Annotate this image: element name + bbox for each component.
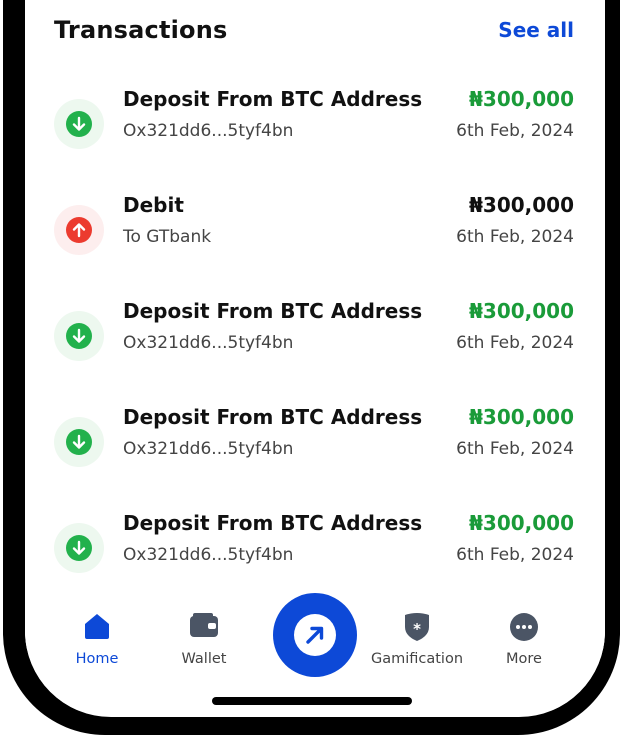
transaction-amount: ₦300,000 <box>468 193 574 217</box>
transaction-date: 6th Feb, 2024 <box>456 121 574 141</box>
transaction-row[interactable]: Debit To GTbank ₦300,000 6th Feb, 2024 <box>54 193 574 263</box>
nav-home[interactable]: Home <box>47 590 147 670</box>
arrow-down-icon <box>66 323 92 349</box>
wallet-icon <box>189 612 219 642</box>
transaction-title: Deposit From BTC Address <box>123 405 423 429</box>
transaction-title: Debit <box>123 193 184 217</box>
arrow-up-icon <box>66 217 92 243</box>
transaction-date: 6th Feb, 2024 <box>456 227 574 247</box>
see-all-link[interactable]: See all <box>498 18 574 42</box>
home-indicator <box>212 697 412 705</box>
arrow-down-icon <box>66 111 92 137</box>
credit-icon-badge <box>54 311 104 361</box>
transaction-subtitle: To GTbank <box>123 227 212 247</box>
transaction-subtitle: Ox321dd6...5tyf4bn <box>123 121 294 141</box>
debit-icon-badge <box>54 205 104 255</box>
nav-gamification-label: Gamification <box>370 651 464 667</box>
transaction-subtitle: Ox321dd6...5tyf4bn <box>123 545 294 565</box>
transaction-row[interactable]: Deposit From BTC Address Ox321dd6...5tyf… <box>54 511 574 581</box>
transaction-row[interactable]: Deposit From BTC Address Ox321dd6...5tyf… <box>54 405 574 475</box>
transaction-subtitle: Ox321dd6...5tyf4bn <box>123 333 294 353</box>
transaction-title: Deposit From BTC Address <box>123 87 423 111</box>
send-arrow-icon <box>294 614 336 656</box>
transaction-row[interactable]: Deposit From BTC Address Ox321dd6...5tyf… <box>54 87 574 157</box>
transaction-amount: ₦300,000 <box>468 511 574 535</box>
nav-wallet-label: Wallet <box>181 651 227 667</box>
svg-text:*: * <box>413 620 421 638</box>
arrow-down-icon <box>66 429 92 455</box>
credit-icon-badge <box>54 523 104 573</box>
nav-wallet[interactable]: Wallet <box>154 590 254 670</box>
transaction-title: Deposit From BTC Address <box>123 511 423 535</box>
bottom-nav: Home Wallet * Gamification More <box>25 590 605 710</box>
nav-more[interactable]: More <box>474 590 574 670</box>
nav-home-label: Home <box>75 651 119 667</box>
send-fab-button[interactable] <box>273 593 357 677</box>
nav-gamification[interactable]: * Gamification <box>362 590 472 670</box>
transaction-date: 6th Feb, 2024 <box>456 439 574 459</box>
app-screen: Transactions See all Deposit From BTC Ad… <box>25 0 605 717</box>
shield-star-icon: * <box>403 612 431 646</box>
section-title: Transactions <box>54 16 228 44</box>
nav-more-label: More <box>506 651 542 667</box>
transaction-date: 6th Feb, 2024 <box>456 545 574 565</box>
transaction-amount: ₦300,000 <box>468 299 574 323</box>
home-icon <box>82 612 112 644</box>
transaction-amount: ₦300,000 <box>468 405 574 429</box>
phone-frame: Transactions See all Deposit From BTC Ad… <box>0 0 623 735</box>
more-dots-icon <box>509 612 539 646</box>
transaction-row[interactable]: Deposit From BTC Address Ox321dd6...5tyf… <box>54 299 574 369</box>
transaction-title: Deposit From BTC Address <box>123 299 423 323</box>
transaction-subtitle: Ox321dd6...5tyf4bn <box>123 439 294 459</box>
credit-icon-badge <box>54 99 104 149</box>
credit-icon-badge <box>54 417 104 467</box>
arrow-down-icon <box>66 535 92 561</box>
transactions-header: Transactions See all <box>54 16 574 56</box>
transaction-date: 6th Feb, 2024 <box>456 333 574 353</box>
transaction-amount: ₦300,000 <box>468 87 574 111</box>
